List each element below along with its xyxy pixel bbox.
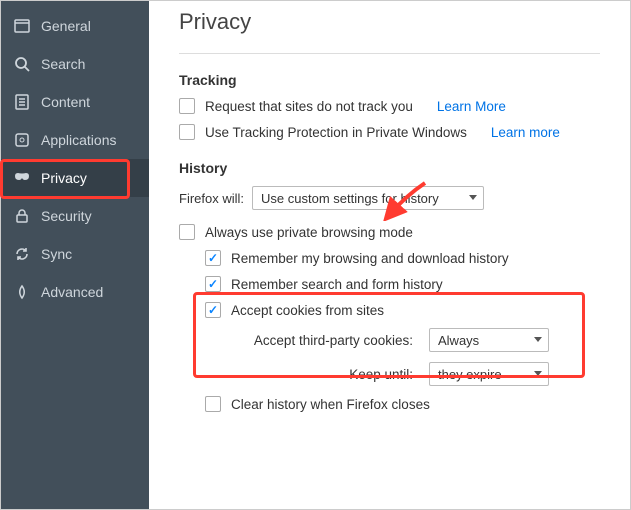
content-icon	[13, 93, 31, 111]
accept-cookies-label: Accept cookies from sites	[231, 303, 384, 318]
sidebar-item-label: Security	[41, 208, 92, 224]
sidebar-item-sync[interactable]: Sync	[1, 235, 149, 273]
always-private-checkbox[interactable]	[179, 224, 195, 240]
sidebar-item-label: Advanced	[41, 284, 103, 300]
divider	[179, 53, 600, 54]
sidebar-item-advanced[interactable]: Advanced	[1, 273, 149, 311]
general-icon	[13, 17, 31, 35]
privacy-mask-icon	[13, 169, 31, 187]
do-not-track-label: Request that sites do not track you	[205, 99, 413, 114]
history-heading: History	[179, 160, 600, 176]
tracking-protection-learn-more[interactable]: Learn more	[491, 125, 560, 140]
caret-down-icon	[534, 371, 542, 377]
clear-on-close-checkbox[interactable]	[205, 396, 221, 412]
sidebar-item-label: Privacy	[41, 170, 87, 186]
sidebar-item-search[interactable]: Search	[1, 45, 149, 83]
remember-search-label: Remember search and form history	[231, 277, 443, 292]
remember-search-checkbox[interactable]	[205, 276, 221, 292]
sidebar: General Search Content Applications Priv…	[1, 1, 149, 509]
sidebar-item-content[interactable]: Content	[1, 83, 149, 121]
tracking-protection-label: Use Tracking Protection in Private Windo…	[205, 125, 467, 140]
sidebar-item-applications[interactable]: Applications	[1, 121, 149, 159]
tracking-protection-checkbox[interactable]	[179, 124, 195, 140]
accept-cookies-checkbox[interactable]	[205, 302, 221, 318]
caret-down-icon	[469, 195, 477, 201]
sidebar-item-label: Applications	[41, 132, 117, 148]
sidebar-item-general[interactable]: General	[1, 7, 149, 45]
applications-icon	[13, 131, 31, 149]
history-section: History Firefox will: Use custom setting…	[179, 160, 600, 412]
third-party-label: Accept third-party cookies:	[231, 333, 413, 348]
tracking-heading: Tracking	[179, 72, 600, 88]
always-private-label: Always use private browsing mode	[205, 225, 413, 240]
clear-on-close-label: Clear history when Firefox closes	[231, 397, 430, 412]
sidebar-item-security[interactable]: Security	[1, 197, 149, 235]
sidebar-item-privacy[interactable]: Privacy	[1, 159, 149, 197]
keep-until-value: they expire	[438, 367, 502, 382]
sidebar-item-label: Sync	[41, 246, 72, 262]
page-title: Privacy	[179, 9, 600, 35]
keep-until-select[interactable]: they expire	[429, 362, 549, 386]
sidebar-item-label: General	[41, 18, 91, 34]
third-party-select[interactable]: Always	[429, 328, 549, 352]
firefox-will-value: Use custom settings for history	[261, 191, 439, 206]
advanced-icon	[13, 283, 31, 301]
sync-icon	[13, 245, 31, 263]
lock-icon	[13, 207, 31, 225]
keep-until-label: Keep until:	[231, 367, 413, 382]
firefox-will-select[interactable]: Use custom settings for history	[252, 186, 484, 210]
remember-browsing-label: Remember my browsing and download histor…	[231, 251, 509, 266]
do-not-track-learn-more[interactable]: Learn More	[437, 99, 506, 114]
firefox-will-label: Firefox will:	[179, 191, 244, 206]
search-icon	[13, 55, 31, 73]
remember-browsing-checkbox[interactable]	[205, 250, 221, 266]
sidebar-item-label: Content	[41, 94, 90, 110]
content-panel: Privacy Tracking Request that sites do n…	[149, 1, 630, 509]
do-not-track-checkbox[interactable]	[179, 98, 195, 114]
caret-down-icon	[534, 337, 542, 343]
third-party-value: Always	[438, 333, 479, 348]
tracking-section: Tracking Request that sites do not track…	[179, 72, 600, 140]
sidebar-item-label: Search	[41, 56, 85, 72]
